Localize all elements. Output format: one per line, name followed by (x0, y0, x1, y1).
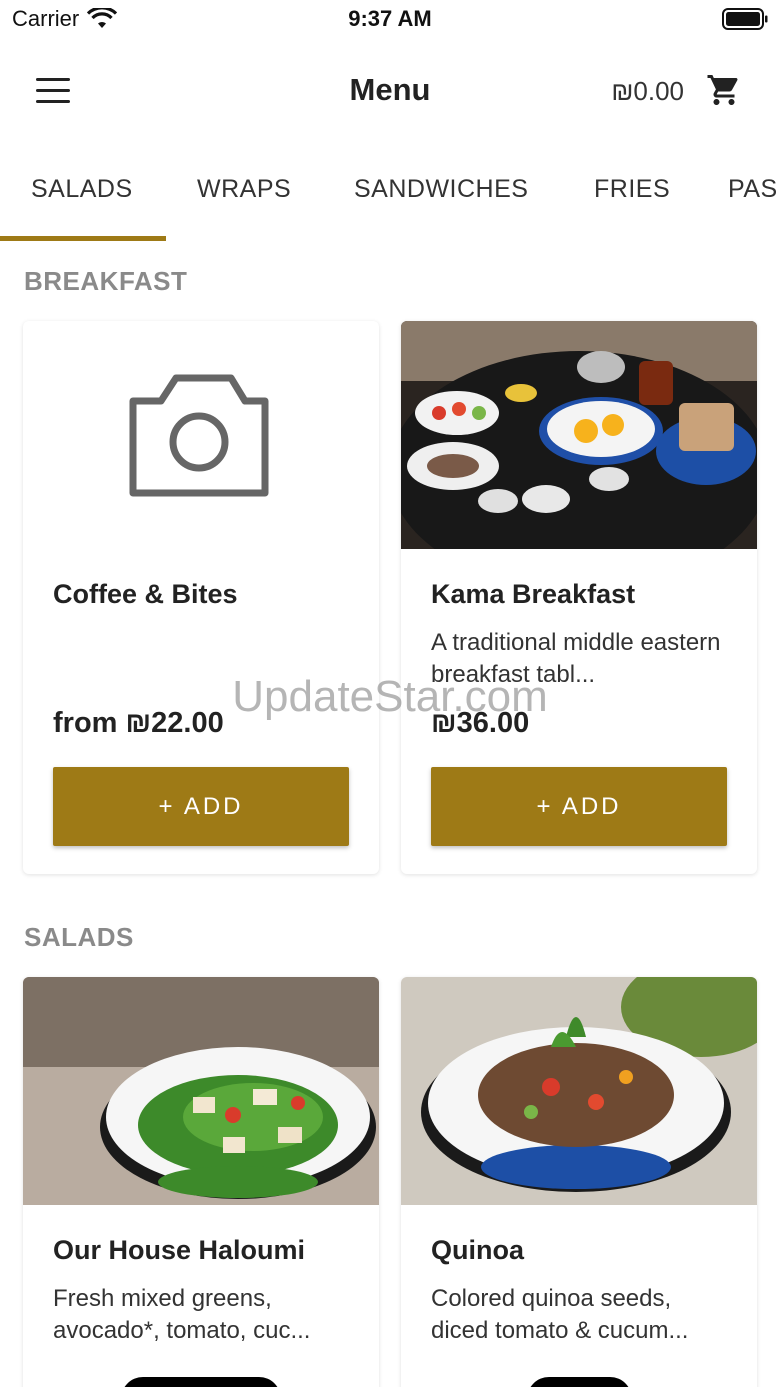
camera-placeholder-icon (23, 321, 379, 549)
category-tabs: SALADS WRAPS SANDWICHES FRIES PAS (0, 143, 780, 241)
item-name: Quinoa (431, 1235, 524, 1265)
menu-item-card[interactable]: Quinoa Colored quinoa seeds, diced tomat… (401, 977, 757, 1387)
quinoa-salad-photo (401, 977, 757, 1205)
menu-item-card[interactable]: Kama Breakfast A traditional middle east… (401, 321, 757, 874)
haloumi-salad-photo (23, 977, 379, 1205)
item-description: A traditional middle eastern breakfast t… (431, 629, 721, 688)
item-description: Colored quinoa seeds, diced tomato & cuc… (431, 1285, 689, 1344)
item-description: Fresh mixed greens, avocado*, tomato, cu… (53, 1285, 311, 1344)
tab-fries[interactable]: FRIES (594, 175, 670, 204)
menu-item-card[interactable]: Coffee & Bites from ₪22.00 + ADD (23, 321, 379, 874)
menu-item-card[interactable]: Our House Haloumi Fresh mixed greens, av… (23, 977, 379, 1387)
active-tab-indicator (0, 236, 166, 241)
item-name: Kama Breakfast (431, 579, 636, 609)
tab-sandwiches[interactable]: SANDWICHES (354, 175, 528, 204)
item-price: ₪36.00 (431, 707, 530, 739)
add-button[interactable] (121, 1377, 281, 1387)
section-title-salads: SALADS (24, 922, 134, 952)
add-button[interactable]: + ADD (53, 767, 349, 846)
add-button[interactable] (527, 1377, 632, 1387)
breakfast-table-photo (401, 321, 757, 549)
item-name: Our House Haloumi (53, 1235, 306, 1265)
tab-salads[interactable]: SALADS (31, 175, 133, 204)
status-time: 9:37 AM (348, 6, 432, 31)
item-name: Coffee & Bites (53, 579, 238, 609)
status-bar: Carrier 9:37 AM (0, 0, 780, 38)
tab-pasta[interactable]: PAS (728, 175, 778, 204)
section-title-breakfast: BREAKFAST (24, 266, 188, 296)
battery-icon (722, 8, 768, 30)
shopping-cart-icon[interactable] (706, 72, 742, 108)
add-button[interactable]: + ADD (431, 767, 727, 846)
item-price: from ₪22.00 (53, 707, 224, 739)
app-header: Menu ₪0.00 (0, 38, 780, 143)
cart-total[interactable]: ₪0.00 (611, 76, 684, 107)
tab-wraps[interactable]: WRAPS (197, 175, 291, 204)
